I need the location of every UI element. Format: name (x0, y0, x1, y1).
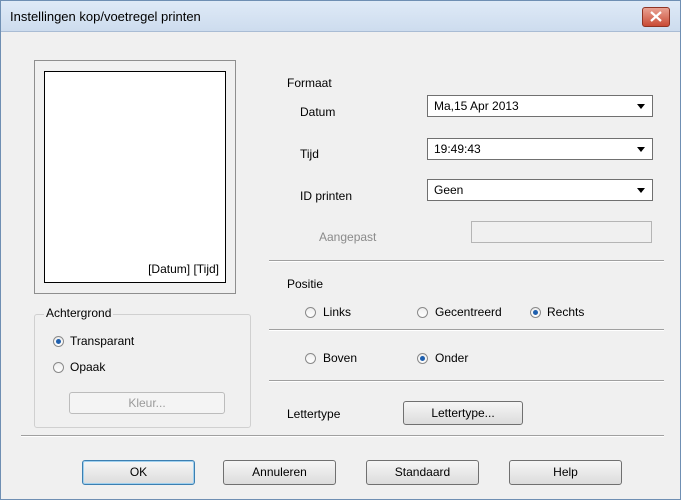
dialog-window: Instellingen kop/voetregel printen [Datu… (0, 0, 681, 500)
dialog-title: Instellingen kop/voetregel printen (10, 9, 201, 24)
custom-label: Aangepast (319, 230, 377, 244)
opaque-label[interactable]: Opaak (70, 360, 105, 374)
bottom-radio[interactable] (417, 353, 428, 364)
close-icon (650, 11, 662, 22)
font-button[interactable]: Lettertype... (403, 401, 523, 425)
date-select[interactable]: Ma,15 Apr 2013 (427, 95, 653, 117)
left-label[interactable]: Links (323, 305, 351, 319)
date-value: Ma,15 Apr 2013 (434, 99, 519, 113)
help-button[interactable]: Help (509, 460, 622, 485)
right-radio[interactable] (530, 307, 541, 318)
custom-input[interactable] (471, 221, 652, 243)
top-label[interactable]: Boven (323, 351, 357, 365)
default-button[interactable]: Standaard (366, 460, 479, 485)
chevron-down-icon (637, 147, 645, 152)
cancel-button[interactable]: Annuleren (223, 460, 336, 485)
id-label: ID printen (300, 189, 353, 203)
title-bar: Instellingen kop/voetregel printen (1, 1, 680, 32)
right-label[interactable]: Rechts (547, 305, 584, 319)
bottom-label[interactable]: Onder (435, 351, 468, 365)
close-button[interactable] (642, 7, 670, 27)
id-select[interactable]: Geen (427, 179, 653, 201)
chevron-down-icon (637, 188, 645, 193)
preview-page: [Datum] [Tijd] (44, 71, 226, 283)
center-label[interactable]: Gecentreerd (435, 305, 502, 319)
left-radio[interactable] (305, 307, 316, 318)
time-value: 19:49:43 (434, 142, 481, 156)
ok-button[interactable]: OK (82, 460, 195, 485)
transparent-label[interactable]: Transparant (70, 334, 134, 348)
top-radio[interactable] (305, 353, 316, 364)
date-label: Datum (300, 105, 336, 119)
position-heading: Positie (287, 277, 324, 291)
id-value: Geen (434, 183, 464, 197)
position-separator (269, 329, 664, 331)
footer-separator (21, 435, 664, 437)
center-radio[interactable] (417, 307, 428, 318)
time-label: Tijd (300, 147, 319, 161)
format-heading: Formaat (287, 76, 332, 90)
preview-frame: [Datum] [Tijd] (34, 60, 236, 294)
preview-label: [Datum] [Tijd] (148, 262, 219, 276)
background-group-label: Achtergrond (44, 306, 114, 320)
format-separator (269, 260, 664, 262)
time-select[interactable]: 19:49:43 (427, 138, 653, 160)
opaque-radio[interactable] (53, 362, 64, 373)
vertical-separator (269, 380, 664, 382)
font-label: Lettertype (287, 407, 341, 421)
chevron-down-icon (637, 104, 645, 109)
transparent-radio[interactable] (53, 336, 64, 347)
color-button[interactable]: Kleur... (69, 392, 225, 414)
